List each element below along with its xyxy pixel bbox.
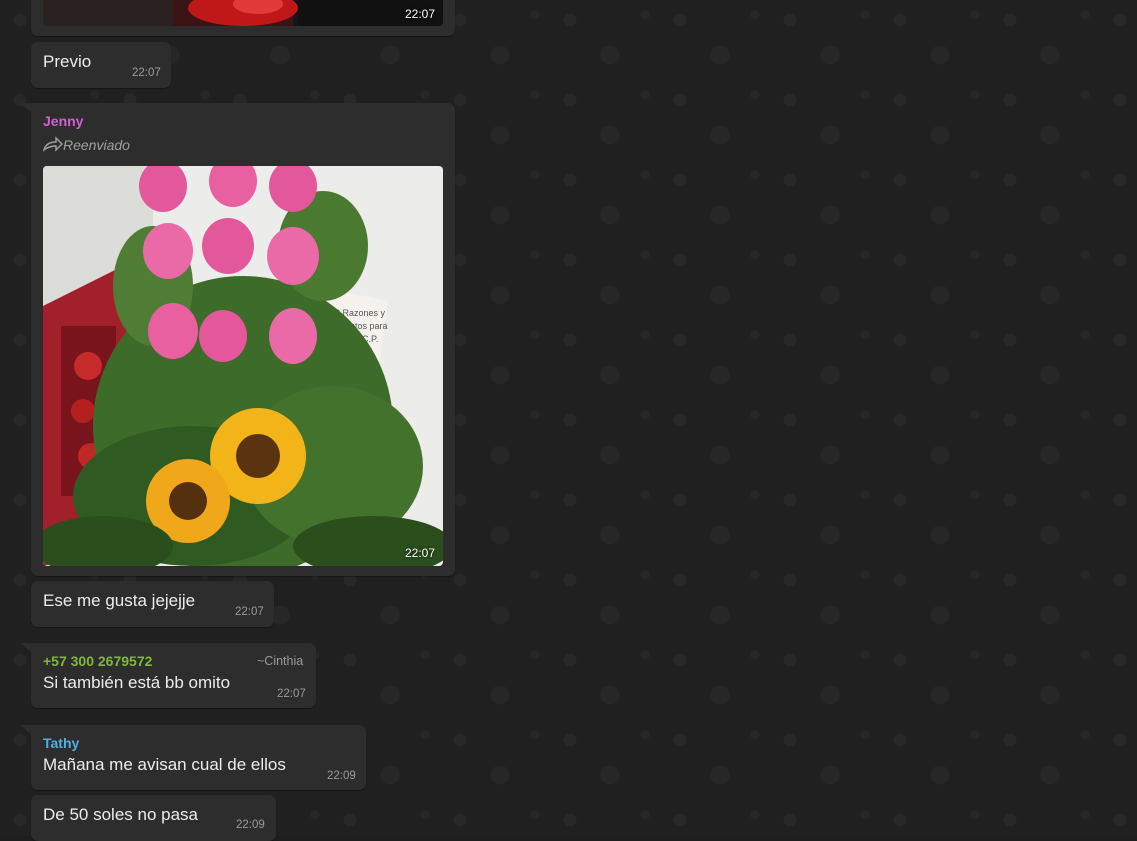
message-bubble[interactable]: +57 300 2679572 ~Cinthia Si también está…: [31, 643, 316, 708]
message-image-bubble[interactable]: 22:07: [31, 0, 455, 36]
photo-thumbnail[interactable]: [43, 0, 443, 26]
sender-name[interactable]: +57 300 2679572: [43, 653, 152, 669]
message-image-bubble[interactable]: Jenny Reenviado 312 Razones y momentos p…: [31, 103, 455, 576]
message-text: Ese me gusta jejejje: [43, 591, 196, 610]
message-time: 22:07: [132, 67, 161, 79]
sender-name[interactable]: Jenny: [43, 113, 83, 129]
flower-bouquet-photo[interactable]: 312 Razones y momentos para Celebrar C.P…: [43, 166, 443, 566]
forward-arrow-icon: [42, 136, 64, 157]
message-time: 22:09: [236, 819, 265, 831]
sender-pushname: ~Cinthia: [257, 654, 304, 668]
message-bubble[interactable]: Tathy Mañana me avisan cual de ellos 22:…: [31, 725, 366, 790]
message-bubble[interactable]: Ese me gusta jejejje 22:07: [31, 581, 274, 627]
message-time: 22:07: [405, 546, 436, 560]
message-time: 22:07: [235, 606, 264, 618]
message-bubble[interactable]: De 50 soles no pasa 22:09: [31, 795, 276, 841]
sender-name[interactable]: Tathy: [43, 735, 79, 751]
message-bubble[interactable]: Previo 22:07: [31, 42, 171, 88]
message-text: Mañana me avisan cual de ellos: [43, 755, 286, 774]
message-time: 22:07: [277, 688, 306, 700]
message-text: De 50 soles no pasa: [43, 805, 198, 824]
message-text: Previo: [43, 52, 92, 71]
message-time: 22:09: [327, 770, 356, 782]
forwarded-label: Reenviado: [63, 137, 130, 153]
message-text: Si también está bb omito: [43, 673, 231, 692]
message-time: 22:07: [405, 7, 436, 21]
